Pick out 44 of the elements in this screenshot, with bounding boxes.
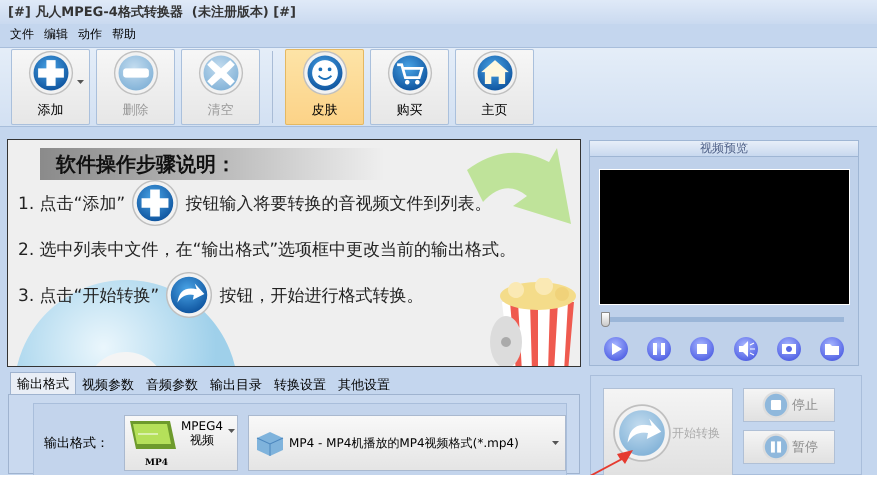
panel-title: 视频预览 [590, 141, 858, 157]
speaker-icon [736, 340, 755, 358]
open-folder-button[interactable] [820, 337, 844, 361]
caret-icon [552, 441, 559, 445]
step-text: 按钮，开始进行格式转换。 [219, 284, 424, 308]
step-text: 1. 点击“添加” [18, 192, 126, 216]
step-text: 2. 选中列表中文件，在“输出格式”选项框中更改当前的输出格式。 [18, 238, 516, 262]
toolbar-button[interactable]: 皮肤 [285, 48, 364, 125]
tab[interactable]: 转换设置 [268, 374, 332, 394]
toolbar-button[interactable]: 主页 [455, 48, 534, 125]
tab[interactable]: 视频参数 [76, 374, 140, 394]
menu-item[interactable]: 动作 [78, 24, 102, 44]
field-label: 输出格式： [44, 435, 110, 452]
profile-text: MP4 - MP4机播放的MP4视频格式(*.mp4) [289, 434, 520, 452]
tab[interactable]: 其他设置 [332, 374, 396, 394]
tab[interactable]: 音频参数 [140, 374, 204, 394]
menu-item[interactable]: 帮助 [112, 24, 136, 44]
step-text: 3. 点击“开始转换” [18, 284, 160, 308]
profile-dropdown[interactable]: MP4 - MP4机播放的MP4视频格式(*.mp4) [248, 415, 566, 471]
tab[interactable]: 输出格式 [10, 372, 76, 394]
redo-icon [165, 271, 214, 319]
tab[interactable]: 输出目录 [204, 374, 268, 394]
box-icon [255, 430, 285, 456]
step-text: 按钮输入将要转换的音视频文件到列表。 [185, 192, 492, 216]
menu-item[interactable]: 文件 [10, 24, 34, 44]
format-code-label: MP4 [145, 458, 168, 468]
toolbar-button[interactable]: 添加 [11, 48, 90, 125]
play-button[interactable] [604, 337, 628, 361]
plus-icon [131, 179, 180, 227]
stop-icon [762, 391, 790, 419]
toolbar-button[interactable]: 购买 [370, 48, 449, 125]
caret-icon[interactable] [77, 80, 84, 84]
pointer-arrow-drawing [588, 448, 634, 475]
stop-button[interactable] [690, 337, 714, 361]
format-label: MPEG4视频 [180, 419, 224, 447]
format-dropdown[interactable]: MPEG4视频 MP4 [124, 415, 238, 471]
pause-icon [762, 433, 790, 461]
window-title: [#] 凡人MPEG-4格式转换器 (未注册版本) [#] [8, 4, 296, 22]
pause-button[interactable] [647, 337, 672, 361]
caret-icon [228, 429, 235, 433]
snapshot-button[interactable] [776, 337, 801, 361]
redo-icon [612, 403, 672, 463]
volume-button[interactable] [734, 337, 758, 361]
menu-item[interactable]: 编辑 [44, 24, 68, 44]
